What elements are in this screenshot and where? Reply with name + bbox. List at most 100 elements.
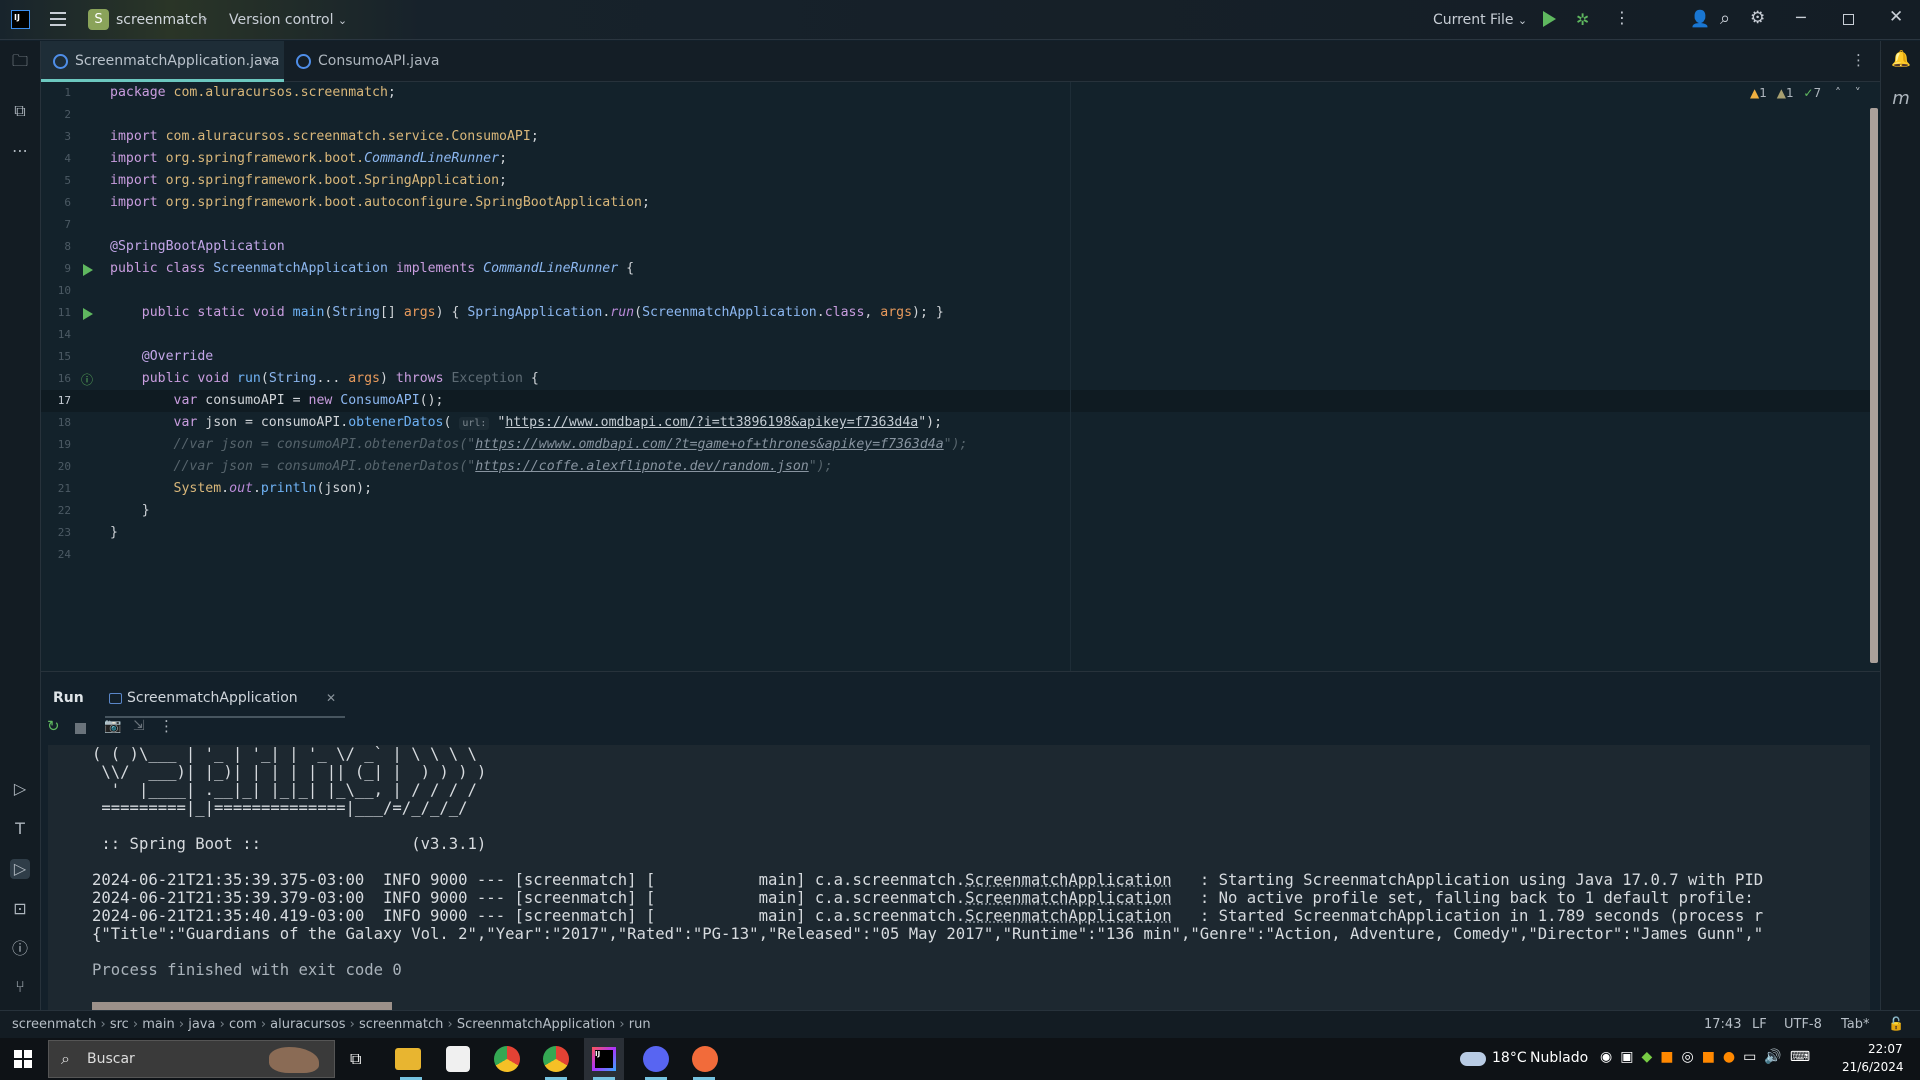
structure-icon[interactable]: ⧉ (10, 101, 30, 121)
code-line[interactable]: var consumoAPI = new ConsumoAPI(); (110, 390, 444, 412)
more-actions-icon[interactable]: ⋮ (1614, 8, 1630, 27)
breadcrumb-item[interactable]: screenmatch (12, 1017, 96, 1032)
tab-consumo-api[interactable]: ConsumoAPI.java (284, 41, 464, 82)
inspection-widget[interactable]: ▲1 ▲1 ✓7 ˄ ˅ (1750, 86, 1861, 100)
maven-icon[interactable]: m (1891, 89, 1911, 109)
taskbar-search-box[interactable]: ⌕ Buscar (48, 1040, 335, 1078)
discord-icon[interactable] (643, 1046, 669, 1072)
incognito-tray-icon[interactable]: ■ (1702, 1049, 1723, 1065)
breadcrumb-item[interactable]: src (110, 1017, 129, 1032)
problems-icon[interactable]: ⓘ (10, 939, 30, 959)
breadcrumb-item[interactable]: aluracursos (270, 1017, 345, 1032)
volume-icon[interactable]: 🔊 (1764, 1049, 1789, 1065)
code-line[interactable]: package com.aluracursos.screenmatch; (110, 82, 396, 104)
code-line[interactable]: public static void main(String[] args) {… (110, 302, 944, 324)
more-tools-icon[interactable]: ⋯ (10, 141, 30, 161)
run-class-gutter-icon[interactable] (83, 264, 93, 276)
run-config-selector[interactable]: Current File ⌄ (1433, 12, 1527, 28)
code-line[interactable]: @SpringBootApplication (110, 236, 285, 258)
code-line[interactable]: System.out.println(json); (110, 478, 373, 500)
run-icon[interactable] (1543, 11, 1556, 27)
bluestacks-tray-icon[interactable]: ◆ (1641, 1049, 1660, 1065)
rerun-icon[interactable]: ↻ (47, 717, 60, 735)
main-menu-icon[interactable] (50, 12, 66, 26)
code-line[interactable]: @Override (110, 346, 213, 368)
log-class-link[interactable]: ScreenmatchApplication (965, 871, 1172, 889)
postman-icon[interactable] (692, 1046, 718, 1072)
code-line[interactable]: public class ScreenmatchApplication impl… (110, 258, 634, 280)
caret-position[interactable]: 17:43 (1704, 1017, 1741, 1032)
close-run-tab-icon[interactable]: ✕ (326, 691, 336, 705)
terminal-icon[interactable]: ⊡ (10, 899, 30, 919)
code-line[interactable]: import org.springframework.boot.SpringAp… (110, 170, 507, 192)
weather-temp[interactable]: 18°C (1492, 1050, 1527, 1066)
run-tool-icon[interactable]: ▷ (10, 859, 30, 879)
services-icon[interactable]: ▷ (10, 779, 30, 799)
implements-method-gutter-icon[interactable]: ⓘ (81, 371, 93, 388)
clock-date[interactable]: 21/6/2024 (1842, 1060, 1904, 1074)
console-output[interactable]: ( ( )\___ | '_ | '_| | '_ \/ _` | \ \ \ … (48, 745, 1870, 1010)
clock-time[interactable]: 22:07 (1868, 1042, 1903, 1056)
chrome-profile-icon[interactable] (543, 1046, 569, 1072)
chrome-icon[interactable] (494, 1046, 520, 1072)
code-line[interactable]: import com.aluracursos.screenmatch.servi… (110, 126, 539, 148)
log-class-link[interactable]: ScreenmatchApplication (965, 889, 1172, 907)
breadcrumb-item[interactable]: run (629, 1017, 651, 1032)
lock-open-icon[interactable]: 🔓 (1888, 1017, 1904, 1032)
file-encoding[interactable]: UTF-8 (1784, 1017, 1822, 1032)
log-class-link[interactable]: ScreenmatchApplication (965, 907, 1172, 925)
indent-setting[interactable]: Tab* (1841, 1017, 1870, 1032)
system-tray-icons[interactable]: ◉▣◆■◎■●▭🔊⌨ (1600, 1049, 1818, 1065)
code-line[interactable]: } (110, 500, 150, 522)
task-view-icon[interactable]: ⧉ (350, 1049, 361, 1069)
code-line[interactable]: } (110, 522, 118, 544)
intellij-logo-icon[interactable]: IJ (11, 10, 30, 29)
breadcrumb-item[interactable]: main (142, 1017, 174, 1032)
editor-scrollbar[interactable] (1870, 108, 1878, 663)
intellij-taskbar-icon[interactable]: IJ (584, 1038, 624, 1080)
windows-start-icon[interactable] (14, 1050, 32, 1068)
code-line[interactable]: var json = consumoAPI.obtenerDatos( url:… (110, 412, 942, 434)
restore-button[interactable] (1843, 14, 1854, 25)
git-branch-icon[interactable]: ⑂ (10, 977, 30, 997)
minimize-button[interactable]: ─ (1796, 8, 1806, 27)
code-line[interactable]: public void run(String... args) throws E… (110, 368, 539, 390)
console-horizontal-scrollbar[interactable] (92, 1002, 392, 1010)
previous-highlight-icon[interactable]: ˄ (1835, 86, 1841, 100)
file-explorer-icon[interactable] (395, 1048, 421, 1070)
run-tab-screenmatch[interactable]: ScreenmatchApplication ✕ (105, 680, 345, 718)
app-tray-icon[interactable]: ■ (1660, 1049, 1681, 1065)
discord-tray-icon[interactable]: ◉ (1600, 1049, 1620, 1065)
code-line[interactable]: import org.springframework.boot.CommandL… (110, 148, 507, 170)
code-line[interactable]: //var json = consumoAPI.obtenerDatos("ht… (110, 456, 833, 478)
stop-icon[interactable] (75, 723, 86, 734)
breadcrumb-item[interactable]: com (229, 1017, 257, 1032)
export-icon[interactable]: ⇲ (133, 718, 145, 734)
network-icon[interactable]: ▭ (1743, 1049, 1764, 1065)
screenshot-icon[interactable]: 📷 (104, 718, 121, 734)
close-tab-icon[interactable]: ✕ (263, 41, 273, 82)
code-line[interactable]: import org.springframework.boot.autoconf… (110, 192, 650, 214)
line-separator[interactable]: LF (1752, 1017, 1767, 1032)
weather-desc[interactable]: Nublado (1530, 1050, 1588, 1066)
next-highlight-icon[interactable]: ˅ (1855, 86, 1861, 100)
avast-tray-icon[interactable]: ● (1723, 1049, 1743, 1065)
keyboard-icon[interactable]: ⌨ (1790, 1049, 1818, 1065)
microsoft-store-icon[interactable] (446, 1046, 470, 1072)
more-run-actions-icon[interactable]: ⋮ (159, 717, 174, 735)
search-icon[interactable]: ⌕ (1720, 8, 1730, 29)
debug-icon[interactable]: ✲ (1576, 10, 1589, 29)
tab-options-icon[interactable]: ⋮ (1851, 51, 1866, 69)
intellij-tray-icon[interactable]: ▣ (1620, 1049, 1641, 1065)
breadcrumb-item[interactable]: java (188, 1017, 215, 1032)
breadcrumb-item[interactable]: ScreenmatchApplication (457, 1017, 615, 1032)
run-main-gutter-icon[interactable] (83, 308, 93, 320)
code-line[interactable]: //var json = consumoAPI.obtenerDatos("ht… (110, 434, 968, 456)
breadcrumb-item[interactable]: screenmatch (359, 1017, 443, 1032)
settings-gear-icon[interactable]: ⚙ (1750, 8, 1765, 28)
add-user-icon[interactable]: 👤 (1690, 9, 1710, 28)
version-control-menu[interactable]: Version control ⌄ (229, 12, 347, 28)
code-editor[interactable]: 1 package com.aluracursos.screenmatch; 2 3 i… (41, 82, 1880, 671)
tab-screenmatch-application[interactable]: ScreenmatchApplication.java ✕ (41, 41, 284, 82)
project-folder-icon[interactable]: 🗀 (10, 51, 30, 71)
